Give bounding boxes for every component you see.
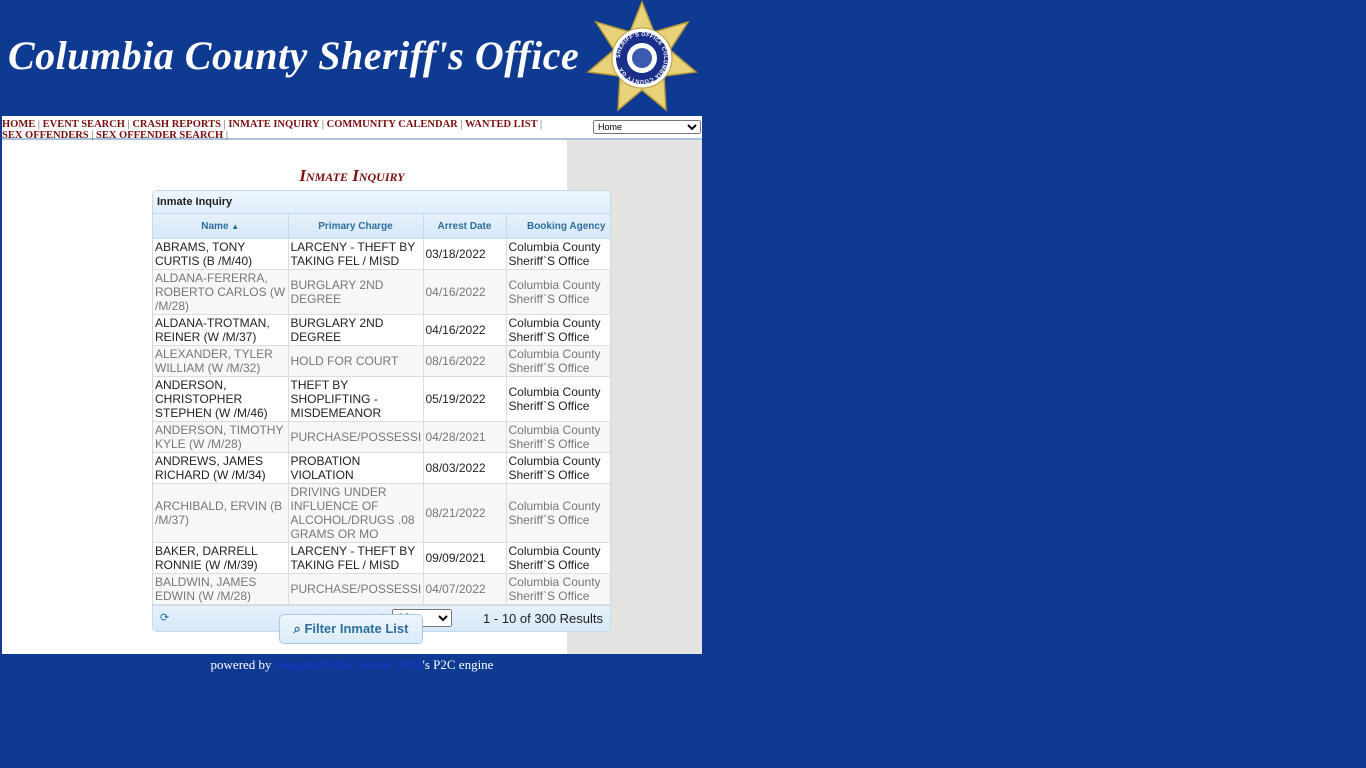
sort-asc-icon: ▲ [231,221,240,231]
cell-booking-agency: Columbia County Sheriff`S Office [506,483,610,543]
column-header-arrest-date[interactable]: Arrest Date [423,214,507,239]
nav-crash-reports[interactable]: CRASH REPORTS [132,119,221,130]
filter-inmate-list-button[interactable]: ⌕ Filter Inmate List [279,614,423,644]
nav-select[interactable]: Home [593,120,701,134]
cell-name: ANDERSON, CHRISTOPHER STEPHEN (W /M/46) [153,376,289,422]
table-row[interactable]: ALEXANDER, TYLER WILLIAM (W /M/32) HOLD F… [153,345,610,377]
cell-name: ALEXANDER, TYLER WILLIAM (W /M/32) [153,345,289,377]
grid-caption: Inmate Inquiry [153,191,610,214]
cell-arrest-date: 05/19/2022 [423,376,507,422]
table-row[interactable]: ANDREWS, JAMES RICHARD (W /M/34) PROBATIO… [153,452,610,484]
nav-wanted-list[interactable]: WANTED LIST [465,119,537,130]
cell-primary-charge: THEFT BY SHOPLIFTING - MISDEMEANOR [288,376,424,422]
cell-arrest-date: 04/28/2021 [423,421,507,453]
table-row[interactable]: BAKER, DARRELL RONNIE (W /M/39) LARCENY -… [153,542,610,574]
nav-event-search[interactable]: EVENT SEARCH [43,119,125,130]
cell-booking-agency: Columbia County Sheriff`S Office [506,269,610,315]
cell-arrest-date: 04/16/2022 [423,269,507,315]
cell-primary-charge: DRIVING UNDER INFLUENCE OF ALCOHOL/DRUGS… [288,483,424,543]
nav-home[interactable]: HOME [2,119,35,130]
cell-name: BALDWIN, JAMES EDWIN (W /M/28) [153,573,289,605]
table-row[interactable]: ARCHIBALD, ERVIN (B /M/37) DRIVING UNDER … [153,483,610,543]
nav-community-calendar[interactable]: COMMUNITY CALENDAR [327,119,458,130]
table-row[interactable]: ANDERSON, TIMOTHY KYLE (W /M/28) PURCHASE… [153,421,610,453]
cell-primary-charge: PURCHASE/POSSESSI [288,573,424,605]
site-title: Columbia County Sheriff's Office [8,33,580,78]
cell-primary-charge: HOLD FOR COURT [288,345,424,377]
cell-name: ARCHIBALD, ERVIN (B /M/37) [153,483,289,543]
cell-arrest-date: 04/16/2022 [423,314,507,346]
cell-primary-charge: PURCHASE/POSSESSI [288,421,424,453]
cell-name: ALDANA-TROTMAN, REINER (W /M/37) [153,314,289,346]
table-row[interactable]: BALDWIN, JAMES EDWIN (W /M/28) PURCHASE/P… [153,573,610,605]
cell-booking-agency: Columbia County Sheriff`S Office [506,542,610,574]
page: Columbia County Sheriff's Office SHERIFF… [2,0,702,673]
table-row[interactable]: ABRAMS, TONY CURTIS (B /M/40) LARCENY - T… [153,238,610,270]
cell-primary-charge: BURGLARY 2ND DEGREE [288,314,424,346]
cell-arrest-date: 03/18/2022 [423,238,507,270]
cell-booking-agency: Columbia County Sheriff`S Office [506,452,610,484]
cell-primary-charge: PROBATION VIOLATION [288,452,424,484]
cell-booking-agency: Columbia County Sheriff`S Office [506,314,610,346]
cell-name: BAKER, DARRELL RONNIE (W /M/39) [153,542,289,574]
column-header-booking-agency[interactable]: Booking Agency [506,214,610,239]
table-row[interactable]: ANDERSON, CHRISTOPHER STEPHEN (W /M/46) T… [153,376,610,422]
cell-primary-charge: LARCENY - THEFT BY TAKING FEL / MISD [288,542,424,574]
banner: Columbia County Sheriff's Office SHERIFF… [2,0,702,116]
cell-name: ANDERSON, TIMOTHY KYLE (W /M/28) [153,421,289,453]
cell-arrest-date: 08/16/2022 [423,345,507,377]
column-header-primary-charge[interactable]: Primary Charge [288,214,424,239]
footer: powered by Sungard Public Sector OSSI's … [210,657,494,672]
cell-primary-charge: BURGLARY 2ND DEGREE [288,269,424,315]
search-icon: ⌕ [293,621,301,636]
cell-booking-agency: Columbia County Sheriff`S Office [506,421,610,453]
cell-booking-agency: Columbia County Sheriff`S Office [506,238,610,270]
cell-booking-agency: Columbia County Sheriff`S Office [506,345,610,377]
sungard-link[interactable]: Sungard Public Sector OSSI [275,657,423,672]
cell-booking-agency: Columbia County Sheriff`S Office [506,376,610,422]
cell-arrest-date: 08/03/2022 [423,452,507,484]
cell-arrest-date: 09/09/2021 [423,542,507,574]
cell-name: ABRAMS, TONY CURTIS (B /M/40) [153,238,289,270]
cell-name: ALDANA-FERERRA, ROBERTO CARLOS (W /M/28) [153,269,289,315]
cell-name: ANDREWS, JAMES RICHARD (W /M/34) [153,452,289,484]
inmate-grid: Inmate Inquiry Name ▲ Primary Charge Arr… [152,190,611,632]
cell-arrest-date: 08/21/2022 [423,483,507,543]
column-header-name[interactable]: Name ▲ [153,214,289,239]
top-nav: HOME | EVENT SEARCH | CRASH REPORTS | IN… [2,116,702,141]
table-row[interactable]: ALDANA-FERERRA, ROBERTO CARLOS (W /M/28)… [153,269,610,315]
refresh-icon[interactable]: ⟳ [160,611,169,624]
sheriff-badge-logo: SHERIFF'S OFFICE COLUMBIA COUNTY GA [586,0,698,112]
table-row[interactable]: ALDANA-TROTMAN, REINER (W /M/37) BURGLARY… [153,314,610,346]
cell-booking-agency: Columbia County Sheriff`S Office [506,573,610,605]
page-title: Inmate Inquiry [299,166,405,185]
cell-primary-charge: LARCENY - THEFT BY TAKING FEL / MISD [288,238,424,270]
cell-arrest-date: 04/07/2022 [423,573,507,605]
nav-inmate-inquiry[interactable]: INMATE INQUIRY [228,119,319,130]
main-content: Inmate Inquiry Inmate Inquiry Name ▲ Pri… [2,140,702,654]
results-count: 1 - 10 of 300 Results [483,611,603,626]
